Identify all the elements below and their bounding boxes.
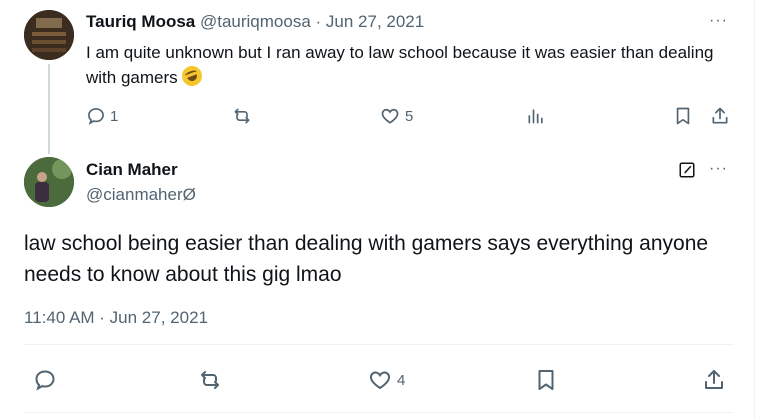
- handle[interactable]: @cianmaherØ: [86, 185, 196, 205]
- divider: [24, 344, 734, 345]
- reply-icon: [88, 108, 104, 125]
- retweet-icon: [201, 371, 219, 389]
- reply-icon: [35, 370, 55, 391]
- like-button[interactable]: 5: [379, 106, 413, 126]
- rolling-on-floor-laughing-emoji-icon: [179, 63, 206, 89]
- retweet-button[interactable]: [231, 106, 253, 126]
- tweet-text: law school being easier than dealing wit…: [24, 232, 709, 286]
- bookmark-button[interactable]: [534, 368, 558, 392]
- views-button[interactable]: [526, 106, 546, 126]
- heart-icon: [381, 108, 399, 124]
- tweet-text-body: I am quite unknown but I ran away to law…: [86, 43, 714, 87]
- reply-button[interactable]: [33, 368, 61, 392]
- avatar[interactable]: [24, 157, 74, 207]
- divider: [24, 412, 734, 413]
- share-button[interactable]: [702, 368, 726, 392]
- bookmark-icon: [676, 107, 690, 125]
- like-button[interactable]: 4: [367, 368, 405, 392]
- display-name[interactable]: Cian Maher: [86, 160, 178, 180]
- bookmark-button[interactable]: [673, 106, 693, 126]
- like-count: 4: [397, 371, 406, 389]
- frame-edge: [754, 0, 755, 419]
- edit-icon[interactable]: [678, 161, 696, 179]
- heart-icon: [370, 371, 390, 390]
- share-icon: [712, 107, 728, 124]
- share-icon: [705, 370, 723, 389]
- tweet-text: I am quite unknown but I ran away to law…: [86, 40, 736, 90]
- more-options-icon[interactable]: ···: [709, 13, 728, 29]
- reply-count: 1: [110, 107, 119, 125]
- reply-button[interactable]: 1: [86, 106, 118, 126]
- tweet-timestamp[interactable]: 11:40 AM · Jun 27, 2021: [24, 308, 208, 328]
- share-button[interactable]: [710, 106, 730, 126]
- analytics-icon: [528, 109, 543, 124]
- like-count: 5: [405, 107, 414, 125]
- thread-connector-line: [48, 64, 50, 154]
- display-name[interactable]: Tauriq Moosa: [86, 12, 195, 31]
- handle-and-date[interactable]: @tauriqmoosa · Jun 27, 2021: [200, 12, 424, 31]
- more-options-icon[interactable]: ···: [709, 161, 728, 177]
- retweet-button[interactable]: [197, 368, 227, 392]
- avatar[interactable]: [24, 10, 74, 60]
- tweet-header: Tauriq Moosa @tauriqmoosa · Jun 27, 2021: [86, 12, 424, 32]
- retweet-icon: [234, 108, 250, 124]
- bookmark-icon: [538, 370, 554, 390]
